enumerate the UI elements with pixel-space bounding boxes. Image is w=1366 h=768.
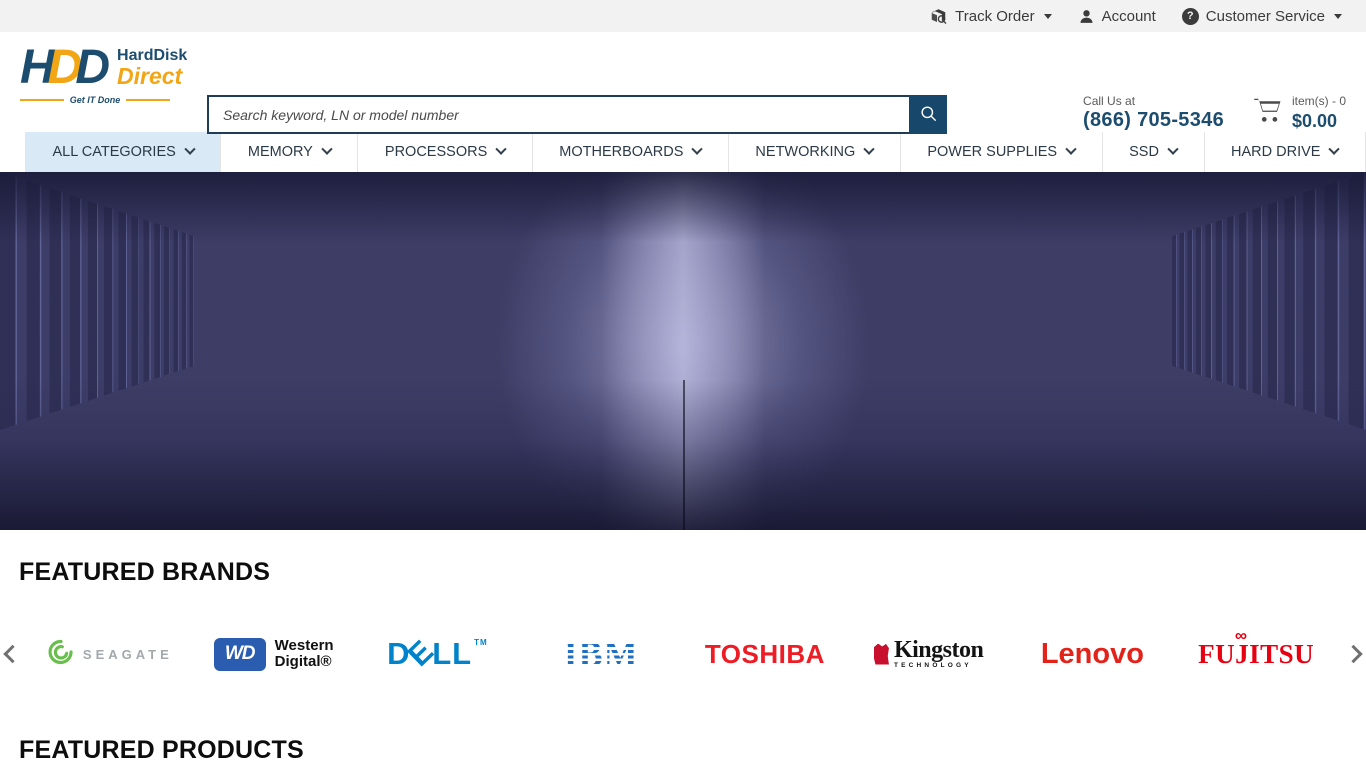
brand-dell[interactable]: DELLTM [356, 636, 520, 672]
brand-ibm[interactable]: IBM [519, 633, 683, 675]
logo-name-top: HardDisk [117, 48, 187, 64]
caret-down-icon [1044, 14, 1052, 19]
site-header: HDD HardDisk Direct Get IT Done Ca [0, 32, 1366, 132]
brands-carousel: SEAGATE WD Western Digital® DELLTM IBM T… [0, 623, 1366, 685]
customer-service-menu[interactable]: Customer Service [1182, 8, 1342, 25]
carousel-prev-icon[interactable] [3, 645, 21, 663]
site-logo[interactable]: HDD HardDisk Direct Get IT Done [20, 44, 187, 105]
search-bar [207, 95, 947, 134]
brand-toshiba[interactable]: TOSHIBA [683, 639, 847, 670]
chevron-down-icon [1329, 144, 1340, 155]
search-button[interactable] [909, 95, 947, 134]
featured-brands-section: FEATURED BRANDS SEAGATE WD Western Digit… [0, 530, 1366, 685]
call-us-block: Call Us at (866) 705-5346 [1083, 94, 1224, 132]
nav-item-networking[interactable]: NETWORKING [729, 132, 901, 172]
brand-lenovo[interactable]: Lenovo [1011, 638, 1175, 671]
chevron-down-icon [1167, 144, 1178, 155]
track-order-menu[interactable]: Track Order [929, 7, 1051, 25]
search-icon [919, 104, 938, 126]
cart-button[interactable]: item(s) - 0 $0.00 [1252, 95, 1346, 131]
chevron-down-icon [1065, 144, 1076, 155]
top-utility-bar: Track Order Account Customer Service [0, 0, 1366, 32]
brand-western-digital[interactable]: WD Western Digital® [192, 638, 356, 671]
hero-ceiling-shade [0, 172, 1366, 242]
hero-banner[interactable] [0, 172, 1366, 530]
logo-monogram: HDD [20, 44, 113, 92]
nav-item-power-supplies[interactable]: POWER SUPPLIES [901, 132, 1103, 172]
package-search-icon [929, 7, 948, 25]
nav-item-memory[interactable]: MEMORY [221, 132, 358, 172]
brand-fujitsu[interactable]: ∞ FUJITSU [1174, 639, 1338, 670]
brand-kingston[interactable]: Kingston TECHNOLOGY [847, 638, 1011, 670]
account-label: Account [1102, 8, 1156, 25]
cart-total: $0.00 [1292, 111, 1346, 132]
nav-item-ssd[interactable]: SSD [1103, 132, 1205, 172]
wd-wordmark: Western Digital® [275, 638, 334, 670]
featured-products-heading: FEATURED PRODUCTS [19, 735, 1366, 765]
phone-number[interactable]: (866) 705-5346 [1083, 109, 1224, 132]
chevron-down-icon [184, 144, 195, 155]
nav-item-processors[interactable]: PROCESSORS [358, 132, 532, 172]
logo-tagline: Get IT Done [20, 95, 170, 105]
cart-icon [1252, 95, 1284, 130]
cart-items-count: item(s) - 0 [1292, 95, 1346, 109]
chevron-down-icon [321, 144, 332, 155]
logo-name-bottom: Direct [117, 65, 187, 88]
caret-down-icon [1334, 14, 1342, 19]
tagline-rule [20, 99, 64, 101]
chevron-down-icon [864, 144, 875, 155]
customer-service-label: Customer Service [1206, 8, 1325, 25]
user-icon [1078, 8, 1095, 25]
account-menu[interactable]: Account [1078, 8, 1156, 25]
fujitsu-infinity-icon: ∞ [1235, 626, 1247, 646]
track-order-label: Track Order [955, 8, 1034, 25]
kingston-wordmark: Kingston TECHNOLOGY [894, 638, 983, 670]
wd-monogram-badge: WD [214, 638, 266, 671]
chevron-down-icon [692, 144, 703, 155]
tagline-rule [126, 99, 170, 101]
help-icon [1182, 8, 1199, 25]
seagate-swirl-icon [47, 638, 75, 671]
featured-brands-heading: FEATURED BRANDS [19, 557, 1366, 587]
featured-products-section: FEATURED PRODUCTS [0, 735, 1366, 765]
category-nav: ALL CATEGORIES MEMORY PROCESSORS MOTHERB… [0, 132, 1366, 172]
nav-item-hard-drive[interactable]: HARD DRIVE [1205, 132, 1366, 172]
call-us-label: Call Us at [1083, 94, 1224, 108]
carousel-next-icon[interactable] [1344, 645, 1362, 663]
brand-seagate[interactable]: SEAGATE [28, 638, 192, 671]
hero-floor-shade [0, 380, 1366, 530]
nav-item-motherboards[interactable]: MOTHERBOARDS [533, 132, 729, 172]
search-input[interactable] [207, 95, 909, 134]
nav-item-all-categories[interactable]: ALL CATEGORIES [25, 132, 221, 172]
chevron-down-icon [496, 144, 507, 155]
kingston-head-icon [874, 644, 889, 665]
